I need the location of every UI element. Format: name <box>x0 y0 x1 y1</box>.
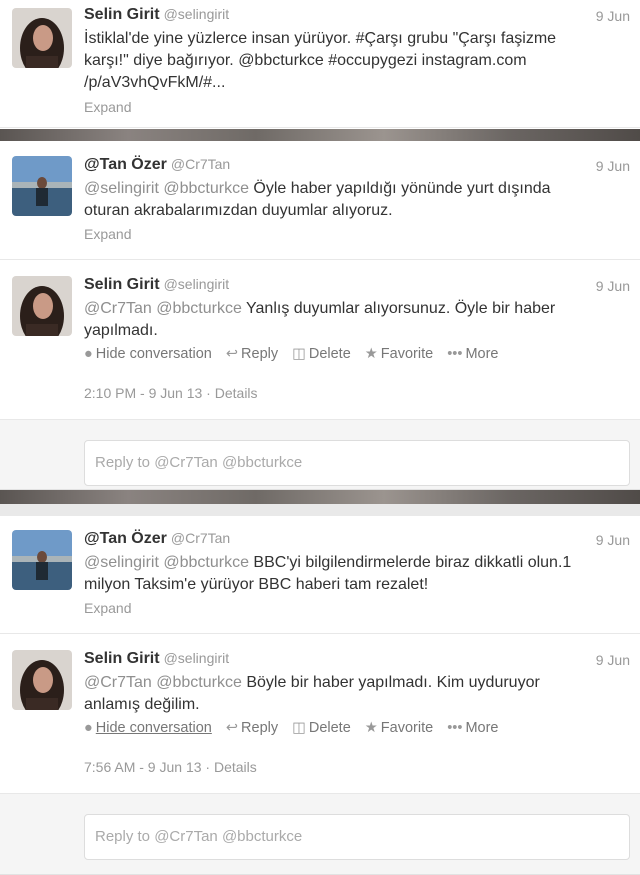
tweet-author-handle[interactable]: @selingirit <box>164 276 230 292</box>
delete-button[interactable]: ◫ Delete <box>292 720 351 736</box>
tweet-text-line: yapılmadı. <box>84 322 158 339</box>
tweet-text-line: @Cr7Tan @bbcturkce Böyle bir haber yapıl… <box>84 672 629 694</box>
more-button[interactable]: ••• More <box>447 346 498 362</box>
details-link[interactable]: Details <box>215 385 258 401</box>
tweet-text: @selingirit @bbcturkce BBC'yi bilgilendi… <box>84 552 629 596</box>
reply-input[interactable]: Reply to @Cr7Tan @bbcturkce <box>84 814 630 860</box>
expand-link[interactable]: Expand <box>84 600 131 616</box>
expand-link[interactable]: Expand <box>84 226 131 242</box>
tweet-author-handle[interactable]: @Cr7Tan <box>171 530 230 546</box>
meta-separator: · <box>201 759 214 775</box>
reply-label: Reply <box>241 346 279 362</box>
tweet-text: @Cr7Tan @bbcturkce Yanlış duyumlar alıyo… <box>84 298 629 342</box>
speech-bubble-icon: ● <box>84 346 93 362</box>
tweet-author-handle[interactable]: @selingirit <box>164 6 230 22</box>
avatar-selin[interactable] <box>12 8 72 68</box>
tweet-author-name[interactable]: @Tan Özer <box>84 156 167 173</box>
meta-separator: · <box>202 385 215 401</box>
mention-links[interactable]: @Cr7Tan @bbcturkce <box>84 674 242 691</box>
tweet-text-line: /p/aV3vhQvFkM/#... <box>84 74 226 91</box>
tweet-2[interactable]: @Tan Özer @Cr7Tan 9 Jun @selingirit @bbct… <box>0 142 640 260</box>
tweet-text-line: İstiklal'de yine yüzlerce insan yürüyor.… <box>84 30 557 47</box>
star-icon: ★ <box>364 346 378 362</box>
tweet-timestamp: 2:10 PM - 9 Jun 13 · Details <box>84 385 258 401</box>
tweet-author-handle[interactable]: @selingirit <box>164 650 230 666</box>
tweet-text-line: oturan akrabalarımızdan duyumlar alıyoru… <box>84 202 393 219</box>
conversation-separator <box>0 490 640 504</box>
tweet-text-fragment: BBC'yi bilgilendirmelerde biraz dikkatli… <box>248 554 572 571</box>
timestamp-link[interactable]: 7:56 AM - 9 Jun 13 <box>84 759 202 775</box>
tweet-text-line: @Cr7Tan @bbcturkce Yanlış duyumlar alıyo… <box>84 298 629 320</box>
tweet-author-name[interactable]: Selin Girit <box>84 6 160 23</box>
reply-input[interactable]: Reply to @Cr7Tan @bbcturkce <box>84 440 630 486</box>
tweet-text-fragment: Yanlış duyumlar alıyorsunuz. Öyle bir ha… <box>241 300 556 317</box>
trash-icon: ◫ <box>292 720 306 736</box>
reply-button[interactable]: ↩ Reply <box>226 346 278 362</box>
avatar-selin[interactable] <box>12 650 72 710</box>
tweet-text: @Cr7Tan @bbcturkce Böyle bir haber yapıl… <box>84 672 629 716</box>
hide-conversation-label: Hide conversation <box>95 346 212 362</box>
more-button[interactable]: ••• More <box>447 720 498 736</box>
favorite-label: Favorite <box>380 720 434 736</box>
more-label: More <box>465 346 499 362</box>
hide-conversation-button[interactable]: ● Hide conversation <box>84 720 212 736</box>
tweet-date[interactable]: 9 Jun <box>596 158 630 174</box>
hide-conversation-button[interactable]: ● Hide conversation <box>84 346 212 362</box>
reply-arrow-icon: ↩ <box>225 346 239 362</box>
reply-area: Reply to @Cr7Tan @bbcturkce <box>0 794 640 875</box>
mention-links[interactable]: @selingirit @bbcturkce <box>84 554 249 571</box>
trash-icon: ◫ <box>292 346 306 362</box>
reply-button[interactable]: ↩ Reply <box>226 720 278 736</box>
delete-label: Delete <box>308 346 351 362</box>
tweet-text-line: milyon Taksim'e yürüyor BBC haberi tam r… <box>84 576 429 593</box>
mention-links[interactable]: @selingirit @bbcturkce <box>84 180 249 197</box>
details-link[interactable]: Details <box>214 759 257 775</box>
mention-links[interactable]: @Cr7Tan @bbcturkce <box>84 300 242 317</box>
avatar-selin[interactable] <box>12 276 72 336</box>
expand-link[interactable]: Expand <box>84 99 131 115</box>
avatar-tan[interactable] <box>12 156 72 216</box>
more-label: More <box>465 720 499 736</box>
delete-button[interactable]: ◫ Delete <box>292 346 351 362</box>
tweet-3[interactable]: Selin Girit @selingirit 9 Jun @Cr7Tan @bb… <box>0 262 640 420</box>
tweet-author-name[interactable]: Selin Girit <box>84 650 160 667</box>
tweet-text: @selingirit @bbcturkce Öyle haber yapıld… <box>84 178 629 222</box>
tweet-date[interactable]: 9 Jun <box>596 278 630 294</box>
tweet-author-name[interactable]: @Tan Özer <box>84 530 167 547</box>
speech-bubble-icon: ● <box>84 720 93 736</box>
star-icon: ★ <box>364 720 378 736</box>
tweet-text-fragment: Böyle bir haber yapılmadı. Kim uyduruyor <box>241 674 540 691</box>
tweet-date[interactable]: 9 Jun <box>596 652 630 668</box>
tweet-author-handle[interactable]: @Cr7Tan <box>171 156 230 172</box>
tweet-text-line: @selingirit @bbcturkce BBC'yi bilgilendi… <box>84 552 629 574</box>
conversation-separator <box>0 129 640 141</box>
tweet-text-line: anlamış değilim. <box>84 696 200 713</box>
tweet-4[interactable]: @Tan Özer @Cr7Tan 9 Jun @selingirit @bbct… <box>0 516 640 634</box>
tweet-author-name[interactable]: Selin Girit <box>84 276 160 293</box>
reply-arrow-icon: ↩ <box>225 720 239 736</box>
ellipsis-icon: ••• <box>447 720 463 736</box>
tweet-5[interactable]: Selin Girit @selingirit 9 Jun @Cr7Tan @bb… <box>0 636 640 794</box>
hide-conversation-label: Hide conversation <box>95 720 212 736</box>
favorite-button[interactable]: ★ Favorite <box>365 346 433 362</box>
reply-area: Reply to @Cr7Tan @bbcturkce <box>0 420 640 490</box>
tweet-timestamp: 7:56 AM - 9 Jun 13 · Details <box>84 759 257 775</box>
tweet-date[interactable]: 9 Jun <box>596 532 630 548</box>
tweet-actions: ● Hide conversation ↩ Reply ◫ Delete ★ Favor… <box>84 346 509 362</box>
tweet-text-line: karşı!" diye bağırıyor. @bbcturkce #occu… <box>84 52 527 69</box>
favorite-label: Favorite <box>380 346 434 362</box>
conversation-separator-shadow <box>0 504 640 516</box>
tweet-text: İstiklal'de yine yüzlerce insan yürüyor.… <box>84 28 629 94</box>
avatar-tan[interactable] <box>12 530 72 590</box>
delete-label: Delete <box>308 720 351 736</box>
tweet-actions: ● Hide conversation ↩ Reply ◫ Delete ★ Favor… <box>84 720 509 736</box>
reply-label: Reply <box>241 720 279 736</box>
tweet-date[interactable]: 9 Jun <box>596 8 630 24</box>
tweet-text-fragment: Öyle haber yapıldığı yönünde yurt dışınd… <box>248 180 551 197</box>
favorite-button[interactable]: ★ Favorite <box>365 720 433 736</box>
ellipsis-icon: ••• <box>447 346 463 362</box>
tweet-text-line: @selingirit @bbcturkce Öyle haber yapıld… <box>84 178 629 200</box>
tweet-1[interactable]: Selin Girit @selingirit 9 Jun İstiklal'de… <box>0 0 640 128</box>
timestamp-link[interactable]: 2:10 PM - 9 Jun 13 <box>84 385 202 401</box>
